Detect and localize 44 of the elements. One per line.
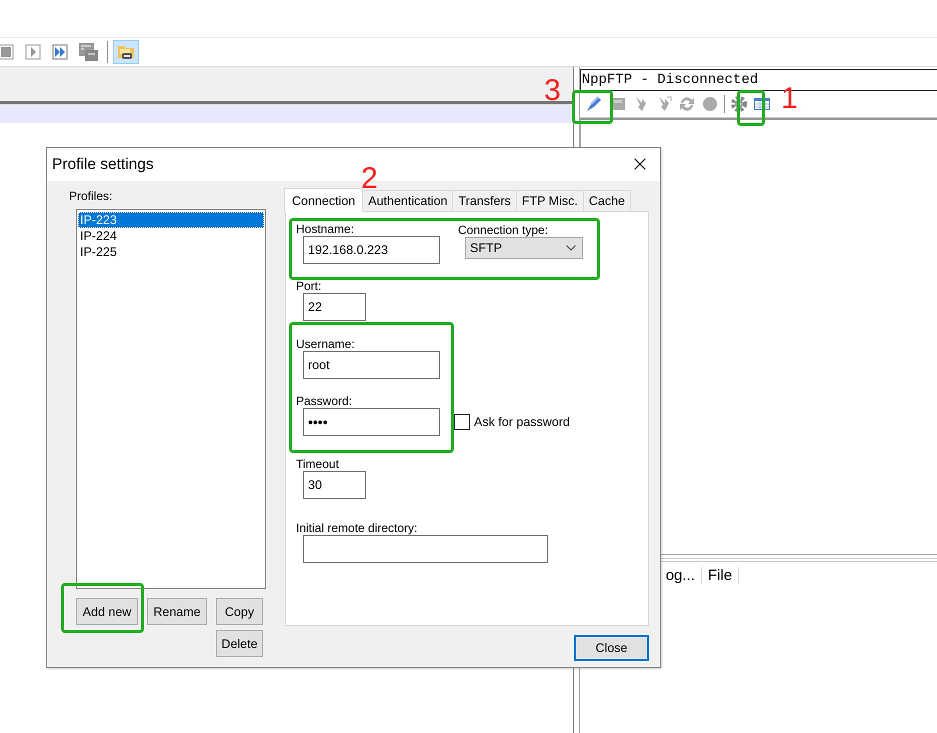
field-label: Connection type:: [458, 223, 550, 237]
port-field[interactable]: 22: [303, 293, 366, 321]
dialog-title: Profile settings: [52, 156, 154, 174]
folder-button[interactable]: [113, 40, 139, 64]
windows-icon: [79, 42, 99, 62]
chevron-down-icon: [566, 245, 576, 251]
field-label: Initial remote directory:: [296, 521, 418, 535]
profile-button[interactable]: Delete: [216, 630, 263, 657]
timeout-field[interactable]: 30: [303, 471, 366, 499]
folder-icon: [117, 43, 135, 61]
profiles-list[interactable]: IP-223 IP-224 IP-225: [76, 209, 266, 589]
checkbox[interactable]: [454, 414, 470, 430]
field-label: Hostname:: [296, 222, 356, 236]
profile-item[interactable]: IP-225: [78, 244, 264, 260]
remote-directory-field[interactable]: [303, 535, 548, 563]
profiles-label: Profiles:: [69, 189, 114, 203]
profile-button[interactable]: Add new: [76, 598, 138, 625]
username-field[interactable]: root: [303, 351, 440, 379]
field-label: Port:: [296, 279, 322, 293]
column-header[interactable]: File: [708, 566, 740, 584]
refresh-icon[interactable]: [678, 95, 696, 113]
play-icon: [25, 44, 41, 60]
field-label: Timeout: [296, 457, 340, 471]
profile-button[interactable]: Copy: [216, 598, 263, 625]
highlight-frame: [572, 90, 613, 124]
field-label: Username:: [296, 337, 356, 351]
tab[interactable]: Connection: [284, 188, 364, 212]
step-number: 3: [544, 76, 561, 106]
column-header[interactable]: og...: [666, 566, 702, 584]
profile-button[interactable]: Rename: [147, 598, 207, 625]
checkbox-label[interactable]: Ask for password: [474, 415, 570, 429]
settings-icon[interactable]: [730, 95, 748, 113]
connection-type-dropdown[interactable]: SFTP: [465, 237, 583, 259]
profile-item[interactable]: IP-223: [78, 212, 264, 228]
profile-item[interactable]: IP-224: [78, 228, 264, 244]
close-dialog-button[interactable]: Close: [574, 635, 649, 661]
hostname-field[interactable]: 192.168.0.223: [303, 236, 440, 264]
stop-icon[interactable]: [700, 95, 719, 113]
highlight-frame: [737, 90, 765, 126]
password-field[interactable]: ••••: [303, 408, 440, 436]
fast-forward-icon: [52, 44, 68, 60]
close-button[interactable]: ×: [620, 150, 660, 180]
tab[interactable]: Cache: [582, 190, 631, 211]
field-label: Password:: [296, 394, 354, 408]
